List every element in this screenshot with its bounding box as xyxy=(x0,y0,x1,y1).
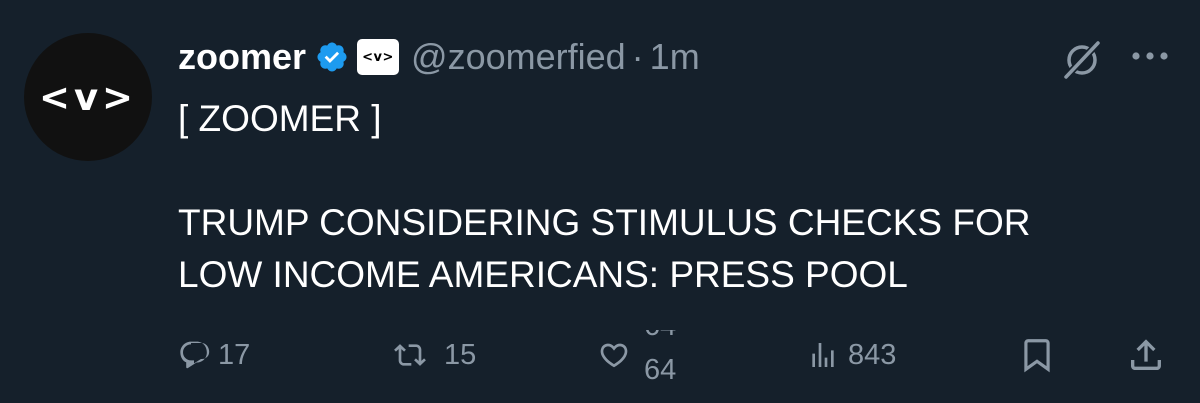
tweet-header: zoomer <v> @zoomerfied · 1m xyxy=(178,30,700,84)
action-bar: 17 15 64 64 843 xyxy=(0,330,1200,380)
bookmark-button[interactable] xyxy=(1018,330,1056,380)
grok-icon[interactable] xyxy=(1060,38,1104,82)
views-count: 843 xyxy=(848,338,897,371)
timestamp[interactable]: 1m xyxy=(650,36,700,78)
like-button[interactable]: 64 64 xyxy=(596,330,684,380)
more-icon[interactable] xyxy=(1130,44,1170,68)
repost-icon xyxy=(394,344,426,366)
repost-count: 15 xyxy=(444,338,477,371)
avatar[interactable]: <v> xyxy=(24,33,152,161)
display-name[interactable]: zoomer xyxy=(178,36,306,78)
bookmark-icon xyxy=(1024,339,1050,373)
reply-icon xyxy=(180,341,210,369)
share-icon xyxy=(1131,339,1161,370)
separator-dot: · xyxy=(631,36,644,77)
user-handle[interactable]: @zoomerfied xyxy=(411,36,626,78)
views-button[interactable]: 843 xyxy=(806,330,896,380)
repost-button[interactable]: 15 xyxy=(384,330,476,380)
heart-icon xyxy=(600,343,628,368)
like-count-animation: 64 64 xyxy=(644,330,684,380)
affiliate-badge[interactable]: <v> xyxy=(357,39,400,75)
like-count: 64 xyxy=(644,354,677,380)
verified-badge-icon[interactable] xyxy=(315,40,349,74)
reply-count: 17 xyxy=(218,338,251,371)
views-icon xyxy=(812,343,834,367)
avatar-logo-text: <v> xyxy=(38,75,138,119)
reply-button[interactable]: 17 xyxy=(178,330,250,380)
tweet-text: [ ZOOMER ] TRUMP CONSIDERING STIMULUS CH… xyxy=(178,98,1031,295)
share-button[interactable] xyxy=(1126,330,1166,380)
like-count-old: 64 xyxy=(644,330,676,343)
